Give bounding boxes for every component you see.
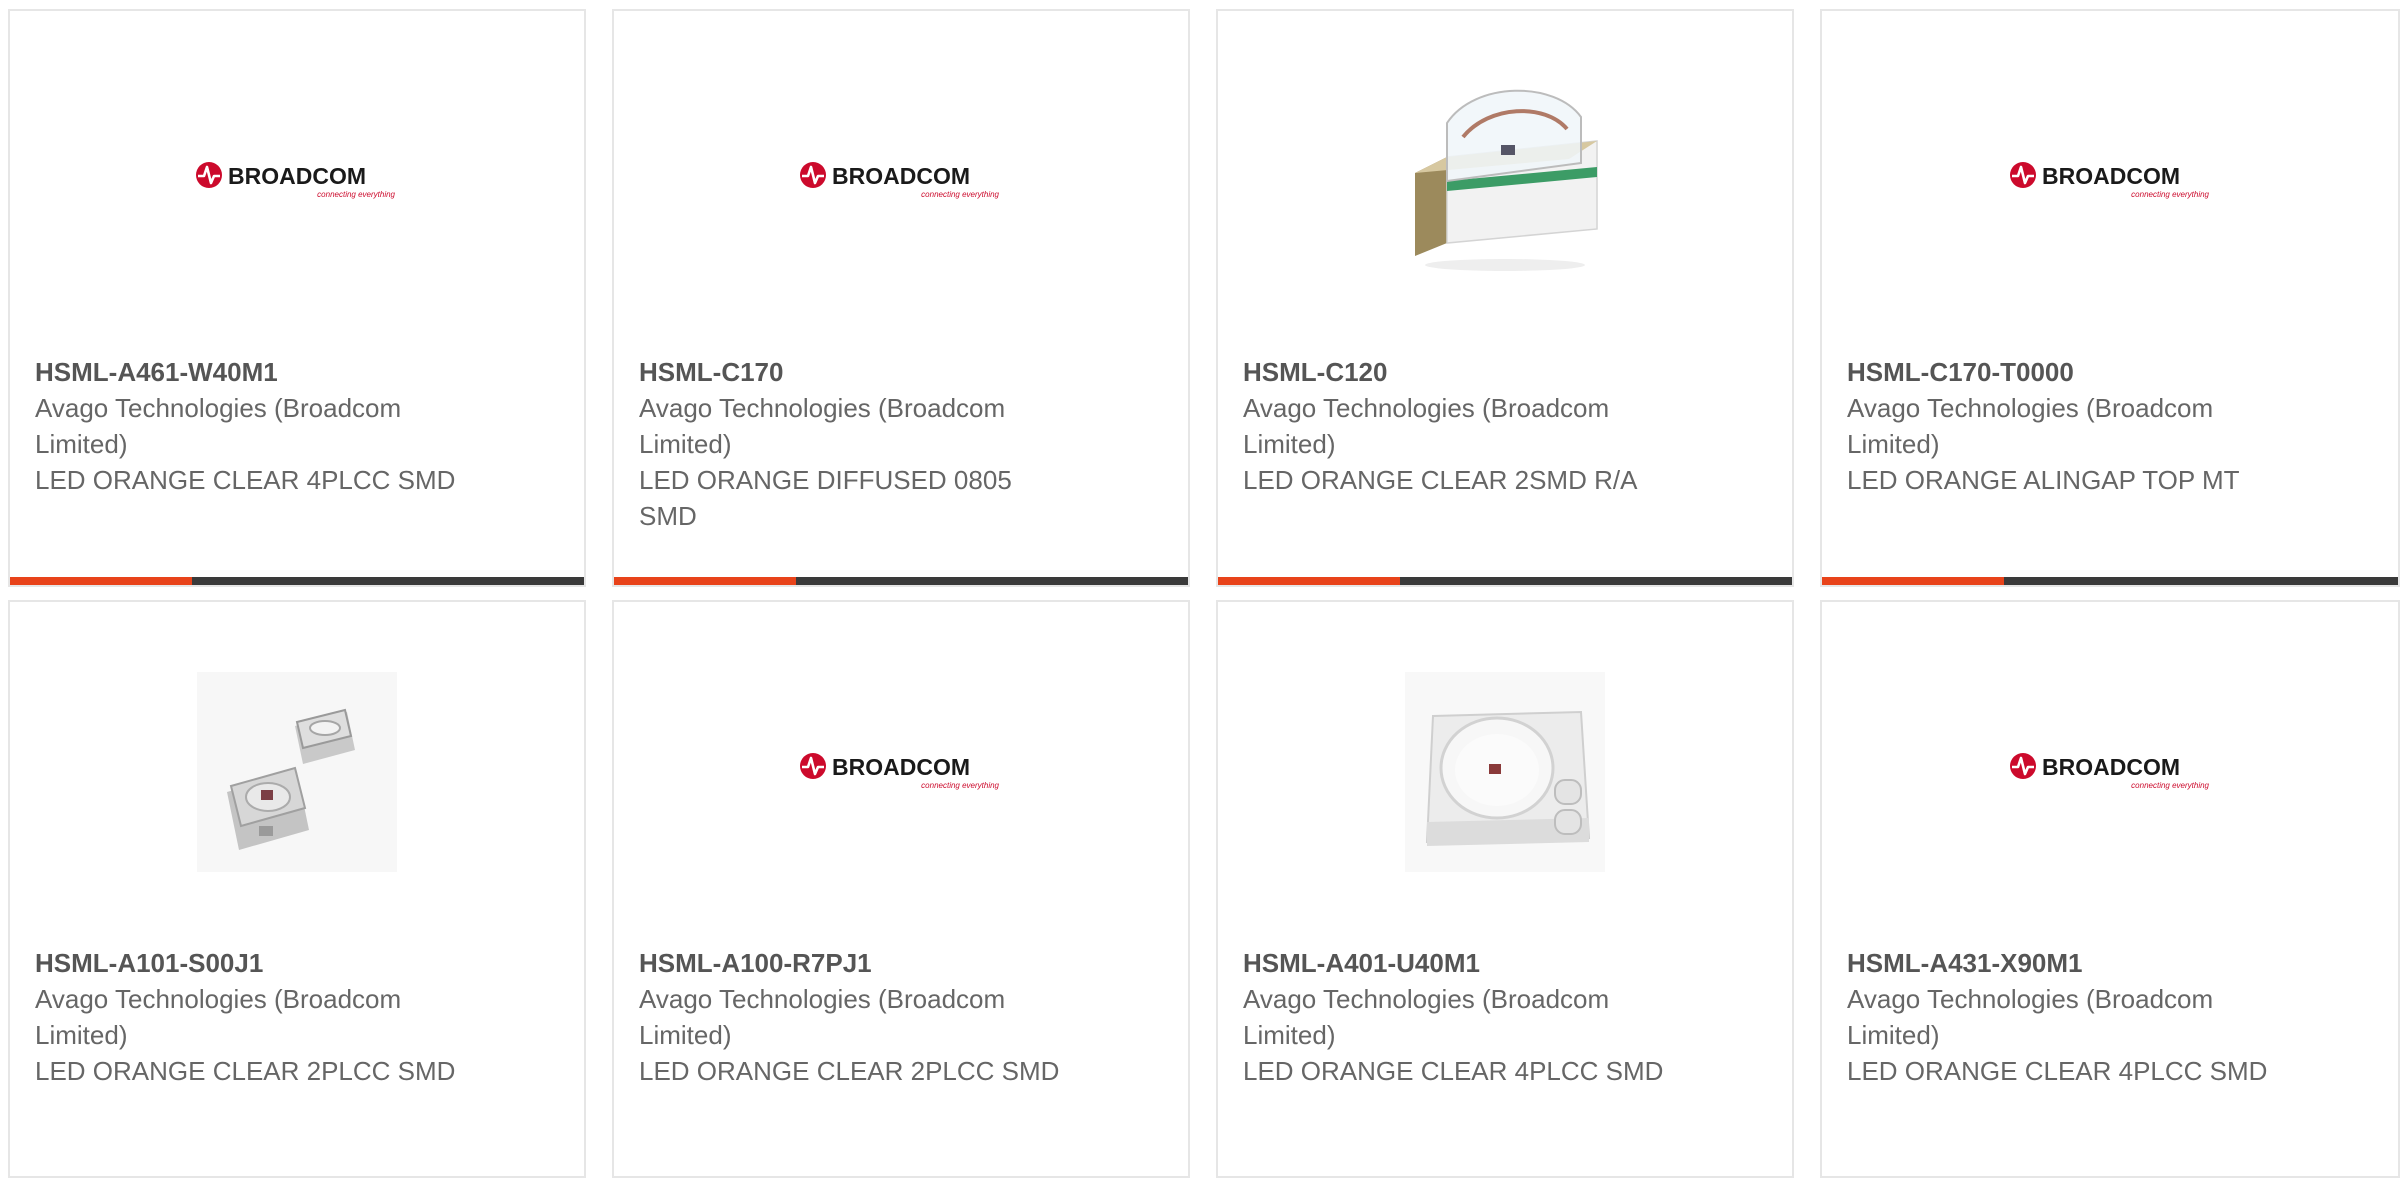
description: LED ORANGE CLEAR 4PLCC SMD bbox=[1847, 1056, 2268, 1086]
broadcom-logo: BROADCOM connecting everything bbox=[799, 159, 1003, 203]
description: LED ORANGE CLEAR 4PLCC SMD bbox=[1243, 1056, 1664, 1086]
manufacturer: Avago Technologies (Broadcom Limited) bbox=[35, 393, 402, 459]
product-card[interactable]: BROADCOM connecting everything HSML-A431… bbox=[1820, 600, 2400, 1178]
part-number[interactable]: HSML-A101-S00J1 bbox=[35, 945, 465, 981]
product-card[interactable]: BROADCOM connecting everything HSML-C170… bbox=[1820, 9, 2400, 587]
part-number[interactable]: HSML-A431-X90M1 bbox=[1847, 945, 2277, 981]
card-footer-accent bbox=[614, 577, 796, 585]
svg-text:BROADCOM: BROADCOM bbox=[832, 163, 970, 189]
description: LED ORANGE ALINGAP TOP MT bbox=[1847, 465, 2240, 495]
card-footer-bar bbox=[1822, 577, 2398, 585]
description: LED ORANGE CLEAR 2PLCC SMD bbox=[639, 1056, 1060, 1086]
product-card[interactable]: BROADCOM connecting everything HSML-A461… bbox=[8, 9, 586, 587]
description: LED ORANGE DIFFUSED 0805 SMD bbox=[639, 465, 1012, 531]
svg-text:connecting everything: connecting everything bbox=[317, 190, 395, 199]
product-image[interactable]: BROADCOM connecting everything bbox=[1822, 11, 2398, 351]
part-number[interactable]: HSML-A401-U40M1 bbox=[1243, 945, 1673, 981]
part-number[interactable]: HSML-C170-T0000 bbox=[1847, 354, 2277, 390]
product-image[interactable] bbox=[1218, 11, 1792, 351]
product-image[interactable]: BROADCOM connecting everything bbox=[1822, 602, 2398, 942]
plcc2-led-photo bbox=[197, 672, 397, 872]
manufacturer: Avago Technologies (Broadcom Limited) bbox=[1243, 984, 1610, 1050]
svg-text:connecting everything: connecting everything bbox=[921, 190, 999, 199]
broadcom-logo: BROADCOM connecting everything bbox=[799, 750, 1003, 794]
manufacturer: Avago Technologies (Broadcom Limited) bbox=[35, 984, 402, 1050]
product-card[interactable]: BROADCOM connecting everything HSML-C170… bbox=[612, 9, 1190, 587]
product-card[interactable]: HSML-C120 Avago Technologies (Broadcom L… bbox=[1216, 9, 1794, 587]
product-image[interactable] bbox=[10, 602, 584, 942]
part-number[interactable]: HSML-C170 bbox=[639, 354, 1069, 390]
description: LED ORANGE CLEAR 2PLCC SMD bbox=[35, 1056, 456, 1086]
svg-text:connecting everything: connecting everything bbox=[2131, 781, 2209, 790]
svg-text:BROADCOM: BROADCOM bbox=[832, 754, 970, 780]
card-footer-accent bbox=[1822, 577, 2004, 585]
broadcom-logo: BROADCOM connecting everything bbox=[2009, 159, 2213, 203]
product-card[interactable]: HSML-A101-S00J1 Avago Technologies (Broa… bbox=[8, 600, 586, 1178]
description: LED ORANGE CLEAR 4PLCC SMD bbox=[35, 465, 456, 495]
manufacturer: Avago Technologies (Broadcom Limited) bbox=[1847, 984, 2214, 1050]
card-footer-accent bbox=[10, 577, 192, 585]
plcc4-led-photo bbox=[1405, 672, 1605, 872]
product-card[interactable]: HSML-A401-U40M1 Avago Technologies (Broa… bbox=[1216, 600, 1794, 1178]
product-grid: BROADCOM connecting everything HSML-A461… bbox=[0, 0, 2400, 1178]
svg-text:BROADCOM: BROADCOM bbox=[2042, 163, 2180, 189]
product-image[interactable]: BROADCOM connecting everything bbox=[614, 602, 1188, 942]
card-footer-bar bbox=[1218, 577, 1792, 585]
broadcom-logo: BROADCOM connecting everything bbox=[195, 159, 399, 203]
card-footer-accent bbox=[1218, 577, 1400, 585]
svg-text:BROADCOM: BROADCOM bbox=[2042, 754, 2180, 780]
right-angle-led-photo bbox=[1405, 81, 1605, 281]
card-footer-bar bbox=[614, 577, 1188, 585]
manufacturer: Avago Technologies (Broadcom Limited) bbox=[1243, 393, 1610, 459]
part-number[interactable]: HSML-C120 bbox=[1243, 354, 1673, 390]
svg-text:BROADCOM: BROADCOM bbox=[228, 163, 366, 189]
product-image[interactable] bbox=[1218, 602, 1792, 942]
broadcom-logo: BROADCOM connecting everything bbox=[2009, 750, 2213, 794]
product-card[interactable]: BROADCOM connecting everything HSML-A100… bbox=[612, 600, 1190, 1178]
product-image[interactable]: BROADCOM connecting everything bbox=[614, 11, 1188, 351]
svg-text:connecting everything: connecting everything bbox=[2131, 190, 2209, 199]
manufacturer: Avago Technologies (Broadcom Limited) bbox=[639, 393, 1006, 459]
card-footer-bar bbox=[10, 577, 584, 585]
manufacturer: Avago Technologies (Broadcom Limited) bbox=[1847, 393, 2214, 459]
product-image[interactable]: BROADCOM connecting everything bbox=[10, 11, 584, 351]
description: LED ORANGE CLEAR 2SMD R/A bbox=[1243, 465, 1638, 495]
svg-text:connecting everything: connecting everything bbox=[921, 781, 999, 790]
part-number[interactable]: HSML-A100-R7PJ1 bbox=[639, 945, 1069, 981]
manufacturer: Avago Technologies (Broadcom Limited) bbox=[639, 984, 1006, 1050]
part-number[interactable]: HSML-A461-W40M1 bbox=[35, 354, 465, 390]
